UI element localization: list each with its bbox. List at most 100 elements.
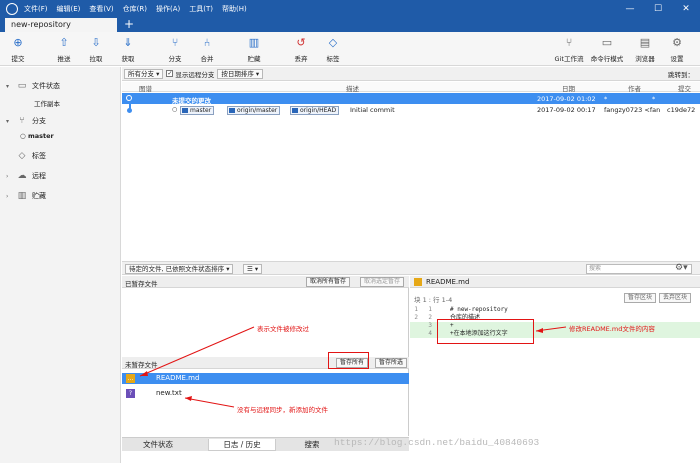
discard-button[interactable]: ↺ 丢弃 [286,36,316,63]
column-commit[interactable]: 提交 [678,83,691,93]
show-remote-checkbox[interactable]: ✓ 显示远程分支 [166,69,214,79]
sidebar-item-tags[interactable]: ◇ 标签 [6,151,46,161]
ref-badge-origin-head[interactable]: origin/HEAD [290,106,340,115]
arrow-down-icon: ⇩ [91,36,101,49]
commit-button[interactable]: ⊕ 提交 [3,36,33,63]
ref-badge-master[interactable]: master [180,106,215,115]
sidebar-item-master[interactable]: ○ master [20,132,54,140]
commit-list-header: 图谱 描述 日期 作者 提交 [122,82,700,93]
minimize-button[interactable]: — [616,0,644,17]
untracked-file-icon: ? [126,389,135,398]
menu-repository[interactable]: 仓库(R) [123,4,147,14]
file-row-readme[interactable]: … README.md [122,373,409,384]
maximize-button[interactable]: ☐ [644,0,672,17]
list-icon: ☰ [247,265,253,273]
commit-row-initial[interactable]: ○ master origin/master origin/HEAD Initi… [122,104,700,115]
diff-file-header: README.md [410,276,700,288]
modified-file-icon: … [126,374,135,383]
staged-files-header: 已暂存文件 取消所有暂存 取消选定暂存 [122,276,409,288]
menu-file[interactable]: 文件(F) [24,4,48,14]
column-author[interactable]: 作者 [628,83,641,93]
stage-selected-button[interactable]: 暂存所选 [375,358,408,368]
stash-button[interactable]: ▥ 贮藏 [239,36,269,63]
unstage-all-button[interactable]: 取消所有暂存 [306,277,351,287]
push-button[interactable]: ⇧ 推送 [49,36,79,63]
column-graph[interactable]: 图谱 [139,83,152,93]
main-toolbar: ⊕ 提交 ⇧ 推送 ⇩ 拉取 ⇓ 获取 ⑂ 分支 ⑃ 合并 ▥ 贮藏 ↺ 丢弃 ◇ 标签 ⑂ Git… [0,32,700,66]
gitflow-button[interactable]: ⑂ Git工作流 [550,36,588,63]
stash-icon: ▥ [248,36,260,49]
sidebar-item-working-copy[interactable]: 工作副本 [34,98,60,108]
diff-pane: README.md 块 1 : 行 1-4 暂存区块 丢弃区块 1 1 # ne… [410,276,700,451]
unstage-selected-button[interactable]: 取消选定暂存 [360,277,405,287]
terminal-icon: ▭ [601,36,613,49]
branch-filter-dropdown[interactable]: 所有分支 ▾ [124,68,164,79]
sidebar-item-branches[interactable]: ▾ ⑂ 分支 [6,116,46,126]
title-bar: 文件(F) 编辑(E) 查看(V) 仓库(R) 操作(A) 工具(T) 帮助(H… [0,0,700,17]
folder-icon: ▤ [639,36,651,49]
tab-log-history[interactable]: 日志 / 历史 [208,439,276,451]
branch-marker-icon: ○ [172,106,178,113]
monitor-icon: ▭ [17,81,27,91]
menu-tools[interactable]: 工具(T) [189,4,213,14]
file-row-new-txt[interactable]: ? new.txt [122,388,409,399]
fetch-button[interactable]: ⇓ 获取 [113,36,143,63]
tag-icon: ◇ [328,36,338,49]
menu-edit[interactable]: 编辑(E) [57,4,81,14]
merge-button[interactable]: ⑃ 合并 [192,36,222,63]
commit-row-uncommitted[interactable]: 未提交的更改 2017-09-02 01:02 * * [122,93,700,105]
gitflow-icon: ⑂ [565,36,573,49]
checkmark-icon: ✓ [166,70,174,77]
gear-icon[interactable]: ⚙▾ [675,263,688,273]
hunk-header: 块 1 : 行 1-4 暂存区块 丢弃区块 [410,292,700,304]
pull-button[interactable]: ⇩ 拉取 [81,36,111,63]
repo-tab[interactable]: new-repository [5,18,117,32]
watermark: https://blog.csdn.net/baidu_40840693 [334,437,540,448]
tab-file-status[interactable]: 文件状态 [124,439,192,451]
sort-dropdown[interactable]: 按日期排序 ▾ [217,68,264,79]
sourcetree-logo-icon [6,2,18,15]
diff-line: 1 1 # new-repository [414,306,508,313]
stash-icon: ▥ [17,191,27,201]
sidebar: ▾ ▭ 文件状态 工作副本 ▾ ⑂ 分支 ○ master ◇ 标签 › ☁ 远… [0,67,121,463]
window-controls: — ☐ ✕ [616,0,700,17]
sidebar-item-file-status[interactable]: ▾ ▭ 文件状态 [6,81,60,91]
arrow-up-icon: ⇧ [59,36,69,49]
gear-icon: ⚙ [672,36,682,49]
terminal-button[interactable]: ▭ 命令行模式 [588,36,626,63]
jump-to-label: 跳转到： [668,71,694,79]
close-button[interactable]: ✕ [672,0,700,17]
ref-badge-origin-master[interactable]: origin/master [227,106,281,115]
explorer-button[interactable]: ▤ 浏览器 [630,36,660,63]
menu-view[interactable]: 查看(V) [89,4,113,14]
tag-icon: ◇ [18,151,26,161]
stage-hunk-button[interactable]: 暂存区块 [624,293,657,303]
column-description[interactable]: 描述 [346,83,359,93]
current-branch-dot-icon: ○ [20,132,28,140]
plus-circle-icon: ⊕ [13,36,23,49]
chevron-right-icon: › [6,192,9,200]
merge-icon: ⑃ [203,36,211,49]
chevron-down-icon: ▾ [6,117,10,125]
branch-button[interactable]: ⑂ 分支 [160,36,190,63]
annotation-untracked-note: 没有与远程同步，新添加的文件 [237,406,328,414]
menu-actions[interactable]: 操作(A) [156,4,180,14]
view-mode-button[interactable]: ☰ ▾ [243,264,263,274]
tag-button[interactable]: ◇ 标签 [318,36,348,63]
repo-tab-bar: new-repository + [0,17,700,32]
column-date[interactable]: 日期 [562,83,575,93]
discard-icon: ↺ [296,36,306,49]
cloud-icon: ☁ [17,171,27,181]
settings-button[interactable]: ⚙ 设置 [662,36,692,63]
history-filter-bar: 所有分支 ▾ ✓ 显示远程分支 按日期排序 ▾ 跳转到： [122,67,700,81]
menu-help[interactable]: 帮助(H) [222,4,247,14]
new-tab-button[interactable]: + [124,17,134,32]
sidebar-item-remotes[interactable]: › ☁ 远程 [6,171,46,181]
annotation-diff-note: 修改README.md文件的内容 [569,325,655,333]
annotation-box-diff [437,319,534,344]
discard-hunk-button[interactable]: 丢弃区块 [659,293,692,303]
chevron-right-icon: › [6,172,9,180]
sidebar-item-stashes[interactable]: › ▥ 贮藏 [6,191,46,201]
file-sort-dropdown[interactable]: 待定的文件, 已依照文件状态排序 ▾ [125,264,234,274]
branch-icon: ⑂ [19,116,25,126]
